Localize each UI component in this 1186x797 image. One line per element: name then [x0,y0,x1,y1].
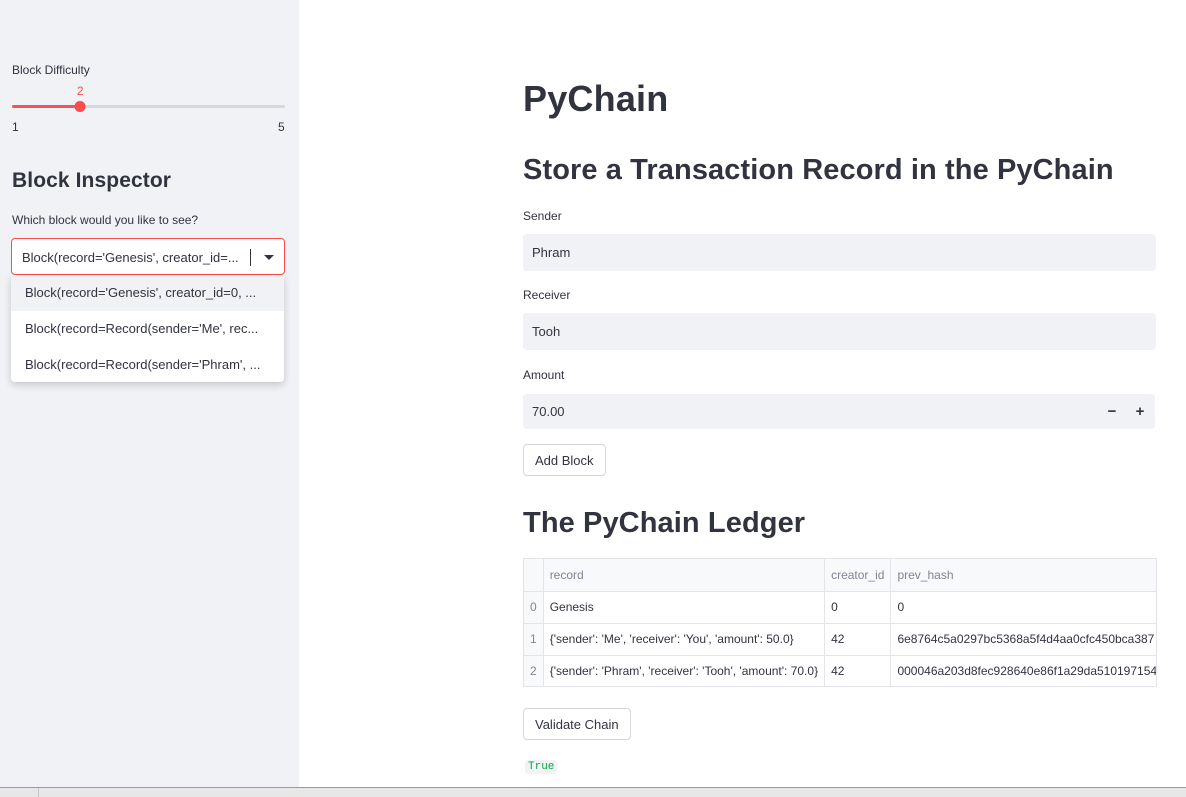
record-cell[interactable]: Genesis [543,591,826,624]
decrement-button[interactable]: − [1098,394,1126,429]
page-title: PyChain [523,78,669,119]
prev-hash-header[interactable]: prev_hash [890,559,1156,592]
sender-input[interactable] [523,234,1156,271]
record-cell[interactable]: {'sender': 'Me', 'receiver': 'You', 'amo… [543,623,826,656]
record-header[interactable]: record [543,559,826,592]
prev-hash-cell[interactable]: 0 [890,591,1156,624]
bottom-divider [38,788,39,797]
dropdown-option-block-1[interactable]: Block(record=Record(sender='Me', rec... [11,311,284,347]
index-header [524,559,544,592]
validate-chain-button[interactable]: Validate Chain [523,708,631,740]
sidebar: Block Difficulty 2 1 5 Block Inspector W… [0,0,299,787]
block-select-label: Which block would you like to see? [12,213,199,227]
block-select-value: Block(record='Genesis', creator_id=... [22,250,239,265]
creator-id-cell[interactable]: 0 [824,591,892,624]
slider-max-label: 5 [278,120,285,134]
sender-label: Sender [523,209,562,223]
window-bottom-edge [0,787,1186,797]
record-cell[interactable]: {'sender': 'Phram', 'receiver': 'Tooh', … [543,655,826,686]
prev-hash-cell[interactable]: 6e8764c5a0297bc5368a5f4d4aa0cfc450bca387 [890,623,1156,656]
text-cursor [250,249,251,266]
dropdown-option-genesis[interactable]: Block(record='Genesis', creator_id=0, ..… [11,275,284,311]
block-select[interactable]: Block(record='Genesis', creator_id=... [11,238,285,275]
table-row: 1 {'sender': 'Me', 'receiver': 'You', 'a… [524,623,1156,656]
add-block-button[interactable]: Add Block [523,444,606,476]
increment-button[interactable]: + [1126,394,1154,429]
form-title: Store a Transaction Record in the PyChai… [523,154,1114,186]
table-row: 0 Genesis 0 0 [524,591,1156,624]
receiver-input[interactable] [523,313,1156,350]
table-row: 2 {'sender': 'Phram', 'receiver': 'Tooh'… [524,655,1156,686]
row-index: 2 [524,655,544,686]
difficulty-slider-fill [12,105,81,108]
slider-value: 2 [76,84,84,98]
block-select-dropdown: Block(record='Genesis', creator_id=0, ..… [11,275,284,382]
creator-id-cell[interactable]: 42 [824,655,892,686]
ledger-table[interactable]: record creator_id prev_hash 0 Genesis 0 … [523,558,1157,687]
ledger-title: The PyChain Ledger [523,507,806,539]
row-index: 1 [524,623,544,656]
block-inspector-title: Block Inspector [12,169,172,192]
creator-id-cell[interactable]: 42 [824,623,892,656]
validation-result: True [525,760,558,774]
amount-input[interactable] [523,394,1083,429]
row-index: 0 [524,591,544,624]
amount-number-input: − + [523,394,1155,429]
difficulty-label: Block Difficulty [12,63,90,77]
difficulty-slider-thumb[interactable] [74,101,86,112]
slider-min-label: 1 [12,120,19,134]
receiver-label: Receiver [523,288,571,302]
amount-label: Amount [523,368,565,382]
difficulty-slider-track[interactable] [12,105,285,108]
dropdown-option-block-2[interactable]: Block(record=Record(sender='Phram', ... [11,347,284,382]
chevron-down-icon[interactable] [264,255,274,260]
table-header-row: record creator_id prev_hash [524,559,1156,592]
creator-id-header[interactable]: creator_id [824,559,892,592]
prev-hash-cell[interactable]: 000046a203d8fec928640e86f1a29da510197154 [890,655,1156,686]
